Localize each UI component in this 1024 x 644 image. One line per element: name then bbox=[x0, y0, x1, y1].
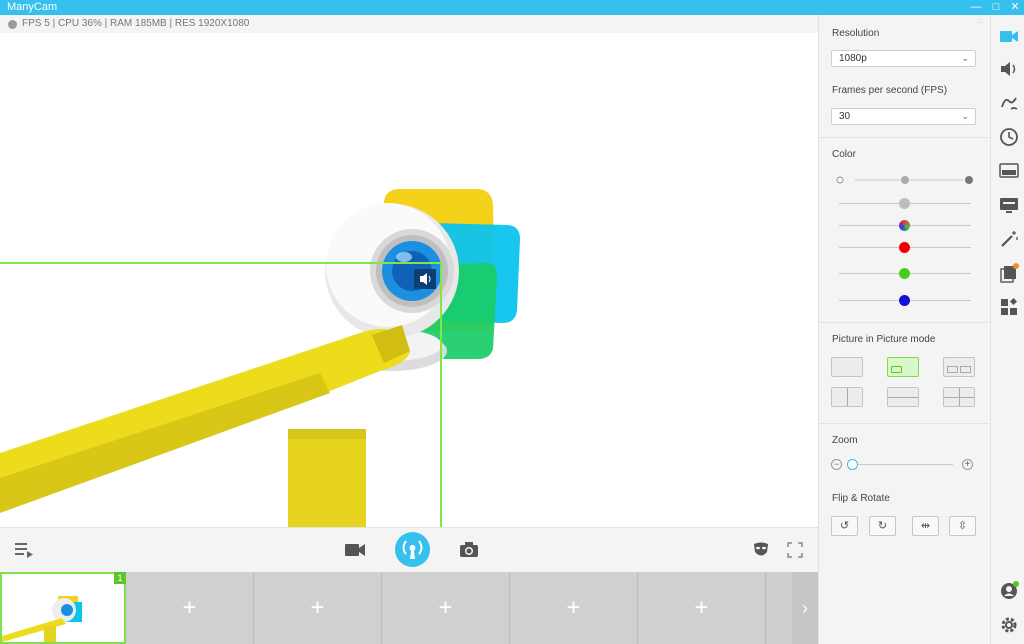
pip-mode-vertical-split[interactable] bbox=[831, 387, 863, 407]
divider bbox=[819, 137, 991, 138]
plus-icon: + bbox=[438, 594, 453, 621]
draw-icon[interactable] bbox=[999, 93, 1019, 113]
pip-mode-horizontal-split[interactable] bbox=[887, 387, 919, 407]
close-icon[interactable]: ✕ bbox=[1008, 0, 1022, 14]
pip-mode-side-by-side-small[interactable] bbox=[943, 357, 975, 377]
blue-slider[interactable] bbox=[899, 295, 910, 306]
zoom-in-icon[interactable]: + bbox=[962, 459, 973, 470]
add-preset-button[interactable]: + bbox=[382, 572, 510, 644]
chevron-down-icon: ⌄ bbox=[961, 53, 969, 63]
contrast-slider[interactable] bbox=[899, 198, 910, 209]
performance-stats: FPS 5 | CPU 36% | RAM 185MB | RES 1920X1… bbox=[22, 18, 250, 29]
add-preset-button[interactable]: + bbox=[254, 572, 382, 644]
app-title: ManyCam bbox=[7, 1, 58, 13]
divider bbox=[819, 423, 991, 424]
settings-icon[interactable] bbox=[999, 615, 1019, 635]
zoom-slider[interactable] bbox=[847, 459, 858, 470]
presets-strip: 1 + + + + + › bbox=[0, 572, 818, 644]
brightness-slider[interactable] bbox=[833, 173, 981, 187]
zoom-track bbox=[851, 464, 953, 465]
drag-handle-icon[interactable]: ∷ bbox=[978, 18, 986, 26]
fps-select[interactable]: 30 ⌄ bbox=[831, 108, 976, 125]
magic-wand-icon[interactable] bbox=[999, 229, 1019, 249]
flip-vertical-button[interactable]: ⇳ bbox=[949, 516, 976, 536]
plus-icon: + bbox=[566, 594, 581, 621]
preset-number-badge: 1 bbox=[114, 572, 126, 584]
add-preset-button[interactable]: + bbox=[638, 572, 766, 644]
pip-mode-corner[interactable] bbox=[887, 357, 919, 377]
chevron-right-icon: › bbox=[802, 597, 808, 618]
resolution-value: 1080p bbox=[839, 53, 867, 64]
fps-label: Frames per second (FPS) bbox=[832, 85, 948, 96]
settings-panel: ∷ Resolution 1080p ⌄ Frames per second (… bbox=[818, 15, 991, 644]
plus-icon: + bbox=[310, 594, 325, 621]
preset-thumbnail bbox=[2, 596, 82, 642]
green-slider[interactable] bbox=[899, 268, 910, 279]
rotate-left-button[interactable]: ↺ bbox=[831, 516, 858, 536]
video-camera-icon[interactable] bbox=[344, 542, 366, 558]
plus-icon: + bbox=[694, 594, 709, 621]
mask-icon[interactable] bbox=[752, 541, 770, 559]
add-preset-button[interactable]: + bbox=[510, 572, 638, 644]
feature-rail bbox=[990, 15, 1024, 644]
resolution-label: Resolution bbox=[832, 28, 880, 39]
status-indicator-icon bbox=[8, 20, 17, 29]
plus-icon: + bbox=[182, 594, 197, 621]
preset-slot-1[interactable]: 1 bbox=[0, 572, 126, 644]
title-bar: ManyCam — □ ✕ bbox=[0, 0, 1024, 15]
account-icon[interactable] bbox=[999, 581, 1019, 601]
divider bbox=[819, 322, 991, 323]
pip-label: Picture in Picture mode bbox=[832, 334, 936, 345]
presets-next-button[interactable]: › bbox=[792, 572, 818, 644]
fps-value: 30 bbox=[839, 111, 851, 122]
layers-icon[interactable] bbox=[999, 263, 1019, 283]
status-bar: FPS 5 | CPU 36% | RAM 185MB | RES 1920X1… bbox=[0, 15, 818, 33]
resolution-select[interactable]: 1080p ⌄ bbox=[831, 50, 976, 67]
clock-icon[interactable] bbox=[999, 127, 1019, 147]
saturation-slider[interactable] bbox=[899, 220, 910, 231]
video-camera-icon[interactable] bbox=[999, 27, 1019, 47]
camera-icon[interactable] bbox=[459, 541, 479, 558]
chevron-down-icon: ⌄ bbox=[961, 111, 969, 121]
broadcast-icon bbox=[402, 540, 423, 559]
volume-icon[interactable] bbox=[999, 59, 1019, 79]
pip-mode-quad[interactable] bbox=[943, 387, 975, 407]
widgets-icon[interactable] bbox=[999, 297, 1019, 317]
maximize-icon[interactable]: □ bbox=[989, 0, 1003, 14]
color-label: Color bbox=[832, 149, 856, 160]
playback-controls bbox=[0, 527, 818, 572]
flip-horizontal-button[interactable]: ⇹ bbox=[912, 516, 939, 536]
video-frame bbox=[0, 189, 520, 527]
zoom-out-icon[interactable]: − bbox=[831, 459, 842, 470]
lower-third-icon[interactable] bbox=[999, 161, 1019, 181]
playlist-icon[interactable] bbox=[14, 541, 34, 559]
broadcast-button[interactable] bbox=[395, 532, 430, 567]
zoom-label: Zoom bbox=[832, 435, 858, 446]
minimize-icon[interactable]: — bbox=[969, 0, 983, 14]
rotate-right-button[interactable]: ↻ bbox=[869, 516, 896, 536]
red-slider[interactable] bbox=[899, 242, 910, 253]
fullscreen-icon[interactable] bbox=[787, 542, 803, 558]
presentation-icon[interactable] bbox=[999, 195, 1019, 215]
video-preview[interactable] bbox=[0, 33, 818, 527]
manycam-window: ManyCam — □ ✕ FPS 5 | CPU 36% | RAM 185M… bbox=[0, 0, 1024, 644]
add-preset-button[interactable]: + bbox=[126, 572, 254, 644]
flip-rotate-label: Flip & Rotate bbox=[832, 493, 890, 504]
pip-mode-off[interactable] bbox=[831, 357, 863, 377]
